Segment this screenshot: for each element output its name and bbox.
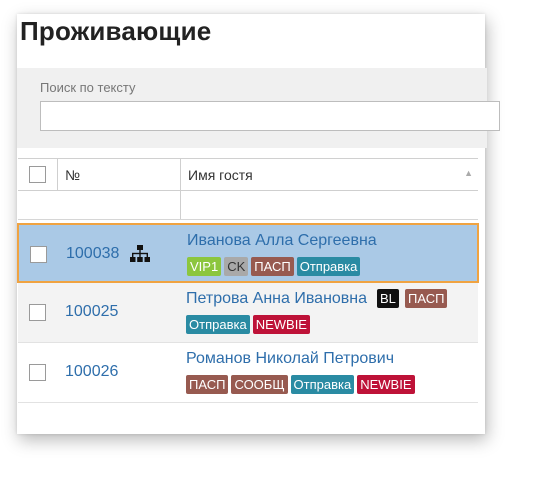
guest-name-link[interactable]: Иванова Алла Сергеевна bbox=[187, 232, 377, 250]
booking-number-link[interactable]: 100026 bbox=[65, 363, 118, 381]
search-panel: Поиск по тексту bbox=[17, 68, 500, 148]
tag-newbie: NEWBIE bbox=[252, 315, 310, 334]
number-filter-cell[interactable] bbox=[57, 191, 180, 219]
table-row[interactable]: 100026 Романов Николай Петрович ПАСП СОО… bbox=[18, 343, 478, 403]
tag-ck: CK bbox=[224, 257, 249, 276]
page-title: Проживающие bbox=[20, 16, 212, 46]
booking-number-link[interactable]: 100038 bbox=[66, 245, 119, 263]
guest-tags: Отправка NEWBIE bbox=[186, 315, 313, 334]
guest-cell: Романов Николай Петрович ПАСП СООБЩ Отпр… bbox=[180, 343, 478, 402]
tag-vip1: VIP1 bbox=[187, 257, 222, 276]
table-header: № Имя гостя ▲ bbox=[18, 158, 478, 191]
select-all-checkbox[interactable] bbox=[29, 166, 46, 183]
guest-name-link[interactable]: Романов Николай Петрович bbox=[186, 350, 394, 368]
tag-passport: ПАСП bbox=[405, 289, 448, 308]
tag-passport: ПАСП bbox=[186, 375, 229, 394]
tag-passport: ПАСП bbox=[251, 257, 294, 276]
guest-name-filter-cell[interactable] bbox=[180, 191, 478, 219]
number-cell: 100026 bbox=[57, 343, 180, 402]
table-row[interactable]: 100025 Петрова Анна Ивановна BL ПАСП Отп… bbox=[18, 283, 478, 343]
tag-message: СООБЩ bbox=[231, 375, 288, 394]
sort-ascending-icon[interactable]: ▲ bbox=[464, 168, 473, 178]
residents-table: № Имя гостя ▲ 100038 Иванова Алла Сергее… bbox=[17, 158, 479, 403]
row-check-cell bbox=[19, 225, 58, 281]
search-label: Поиск по тексту bbox=[40, 80, 136, 95]
column-header-guest-name[interactable]: Имя гостя ▲ bbox=[180, 159, 478, 190]
guest-cell: Иванова Алла Сергеевна VIP1 CK ПАСП Отпр… bbox=[181, 225, 477, 281]
table-row[interactable]: 100038 Иванова Алла Сергеевна VIP1 CK ПА… bbox=[17, 223, 479, 283]
row-check-cell bbox=[18, 343, 57, 402]
booking-number-link[interactable]: 100025 bbox=[65, 303, 118, 321]
guest-tags: VIP1 CK ПАСП Отправка bbox=[187, 257, 363, 276]
row-checkbox[interactable] bbox=[30, 246, 47, 263]
guest-cell: Петрова Анна Ивановна BL ПАСП Отправка N… bbox=[180, 283, 478, 342]
guest-name-link[interactable]: Петрова Анна Ивановна bbox=[186, 290, 367, 308]
column-guest-name-label: Имя гостя bbox=[188, 167, 253, 183]
tag-departure: Отправка bbox=[186, 315, 250, 334]
column-number-label: № bbox=[65, 167, 81, 183]
tag-newbie: NEWBIE bbox=[357, 375, 415, 394]
tag-departure: Отправка bbox=[296, 257, 361, 276]
row-checkbox[interactable] bbox=[29, 364, 46, 381]
search-input[interactable] bbox=[40, 101, 500, 131]
tag-departure: Отправка bbox=[290, 375, 355, 394]
filter-check-cell bbox=[18, 191, 57, 219]
filter-row bbox=[18, 191, 478, 220]
guest-tags: ПАСП СООБЩ Отправка NEWBIE bbox=[186, 375, 418, 394]
hierarchy-icon[interactable] bbox=[130, 245, 150, 263]
row-check-cell bbox=[18, 283, 57, 342]
column-header-number[interactable]: № bbox=[57, 159, 180, 190]
row-checkbox[interactable] bbox=[29, 304, 46, 321]
number-cell: 100038 bbox=[58, 225, 181, 281]
tag-blacklist: BL bbox=[377, 289, 399, 308]
number-cell: 100025 bbox=[57, 283, 180, 342]
header-check-cell bbox=[18, 159, 57, 190]
